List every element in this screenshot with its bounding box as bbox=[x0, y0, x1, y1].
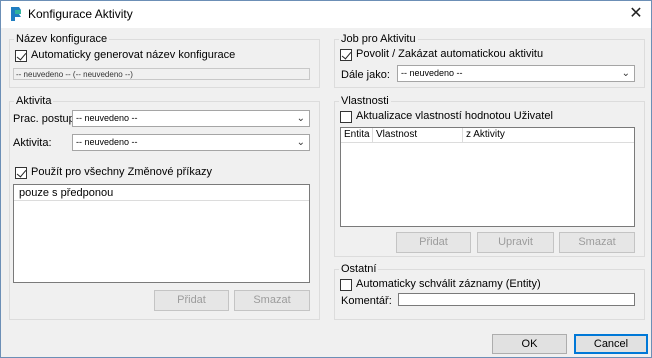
aktivita-value: -- neuvedeno -- bbox=[76, 137, 138, 147]
aktivita-add-button[interactable]: Přidat bbox=[154, 290, 229, 311]
group-title-aktivita: Aktivita bbox=[14, 95, 54, 107]
aktualizace-checkbox[interactable] bbox=[340, 111, 352, 123]
prac-postup-label: Prac. postup: bbox=[13, 113, 78, 125]
aktivita-delete-button[interactable]: Smazat bbox=[234, 290, 310, 311]
komentar-label: Komentář: bbox=[341, 295, 392, 307]
group-title-job: Job pro Aktivitu bbox=[339, 33, 418, 45]
vlastnosti-add-button[interactable]: Přidat bbox=[396, 232, 471, 253]
aktivita-select[interactable]: -- neuvedeno -- ⌄ bbox=[72, 134, 310, 151]
prefix-list-header-label: pouze s předponou bbox=[19, 187, 114, 199]
prac-postup-select[interactable]: -- neuvedeno -- ⌄ bbox=[72, 110, 310, 127]
title-bar: Konfigurace Aktivity ✕ bbox=[1, 1, 651, 28]
config-name-field: -- neuvedeno -- (-- neuvedeno --) bbox=[13, 68, 310, 80]
auto-name-checkbox[interactable] bbox=[15, 50, 27, 62]
window-title: Konfigurace Aktivity bbox=[28, 7, 133, 21]
prefix-list[interactable]: pouze s předponou bbox=[13, 184, 310, 283]
aktivita-label: Aktivita: bbox=[13, 137, 52, 149]
dale-jako-value: -- neuvedeno -- bbox=[401, 68, 463, 78]
app-logo-icon bbox=[11, 7, 21, 21]
vlastnosti-delete-button[interactable]: Smazat bbox=[559, 232, 635, 253]
group-title-vlastnosti: Vlastnosti bbox=[339, 95, 391, 107]
column-header-vlastnost[interactable]: Vlastnost bbox=[373, 128, 463, 142]
group-nazev-konfigurace: Název konfigurace bbox=[9, 33, 320, 88]
auto-name-label: Automaticky generovat název konfigurace bbox=[31, 49, 236, 61]
povolit-label: Povolit / Zakázat automatickou aktivitu bbox=[356, 48, 544, 60]
chevron-down-icon: ⌄ bbox=[296, 137, 305, 148]
chevron-down-icon: ⌄ bbox=[296, 113, 305, 124]
cancel-button[interactable]: Cancel bbox=[574, 334, 648, 354]
column-header-z-aktivity[interactable]: z Aktivity bbox=[463, 128, 634, 142]
properties-table-header: Entita Vlastnost z Aktivity bbox=[341, 128, 634, 143]
aktualizace-label: Aktualizace vlastností hodnotou Uživatel bbox=[356, 110, 553, 122]
schvalit-checkbox[interactable] bbox=[340, 279, 352, 291]
prefix-list-header: pouze s předponou bbox=[14, 185, 309, 201]
properties-table[interactable]: Entita Vlastnost z Aktivity bbox=[340, 127, 635, 227]
chevron-down-icon: ⌄ bbox=[621, 68, 630, 79]
dale-jako-select[interactable]: -- neuvedeno -- ⌄ bbox=[397, 65, 635, 82]
ok-button[interactable]: OK bbox=[492, 334, 567, 354]
povolit-checkbox[interactable] bbox=[340, 49, 352, 61]
komentar-input[interactable] bbox=[398, 293, 635, 306]
pouzit-label: Použít pro všechny Změnové příkazy bbox=[31, 166, 212, 178]
prac-postup-value: -- neuvedeno -- bbox=[76, 113, 138, 123]
pouzit-checkbox[interactable] bbox=[15, 167, 27, 179]
column-header-entita[interactable]: Entita bbox=[341, 128, 373, 142]
dale-jako-label: Dále jako: bbox=[341, 69, 390, 81]
group-title-ostatni: Ostatní bbox=[339, 263, 379, 275]
dialog-window: Konfigurace Aktivity ✕ Název konfigurace… bbox=[0, 0, 652, 358]
close-icon[interactable]: ✕ bbox=[623, 3, 649, 25]
group-title-nazev: Název konfigurace bbox=[14, 33, 110, 45]
schvalit-label: Automaticky schválit záznamy (Entity) bbox=[356, 278, 541, 290]
vlastnosti-edit-button[interactable]: Upravit bbox=[477, 232, 554, 253]
